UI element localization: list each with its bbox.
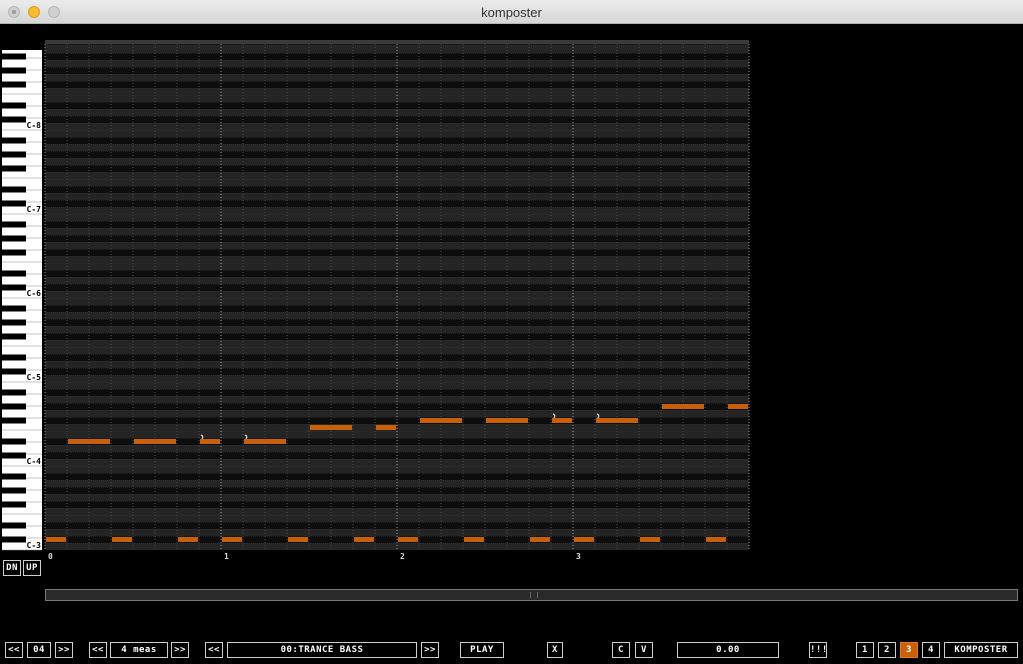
black-key[interactable]: [2, 270, 26, 277]
pattern-prev-button[interactable]: <<: [5, 642, 23, 658]
measure-number: 3: [576, 552, 581, 561]
note[interactable]: [46, 537, 66, 542]
black-key[interactable]: [2, 438, 26, 445]
value-display: 0.00: [677, 642, 779, 658]
play-button[interactable]: PLAY: [460, 642, 504, 658]
black-key[interactable]: [2, 67, 26, 74]
note[interactable]: [200, 439, 220, 444]
note[interactable]: [244, 439, 286, 444]
pattern-length: 4 meas: [110, 642, 168, 658]
note[interactable]: [222, 537, 242, 542]
octave-label: C-7: [27, 205, 42, 214]
pattern-number: 04: [27, 642, 51, 658]
note[interactable]: [596, 418, 638, 423]
piano-roll[interactable]: C-8 C-7 C-6 C-5 C-4 C-3 0 1 2 3: [0, 24, 1023, 564]
note[interactable]: [134, 439, 176, 444]
pattern-editor: C-8 C-7 C-6 C-5 C-4 C-3 0 1 2 3 DN UP << 04 >> <<…: [0, 24, 1023, 664]
note[interactable]: [464, 537, 484, 542]
pattern-next-button[interactable]: >>: [55, 642, 73, 658]
note[interactable]: [574, 537, 594, 542]
black-key[interactable]: [2, 319, 26, 326]
measure-number: 2: [400, 552, 405, 561]
note[interactable]: [640, 537, 660, 542]
octave-label: C-8: [27, 121, 42, 130]
paste-button[interactable]: V: [635, 642, 653, 658]
black-key[interactable]: [2, 284, 26, 291]
note[interactable]: [486, 418, 528, 423]
note[interactable]: [376, 425, 396, 430]
grid-button[interactable]: !!!: [809, 642, 827, 658]
black-key[interactable]: [2, 53, 26, 60]
black-key[interactable]: [2, 305, 26, 312]
title-bar: komposter: [0, 0, 1023, 24]
black-key[interactable]: [2, 200, 26, 207]
instrument-name: 00:TRANCE BASS: [227, 642, 417, 658]
note[interactable]: [310, 425, 352, 430]
black-key[interactable]: [2, 354, 26, 361]
page-2-button[interactable]: 2: [878, 642, 896, 658]
black-key[interactable]: [2, 102, 26, 109]
black-key[interactable]: [2, 151, 26, 158]
black-key[interactable]: [2, 81, 26, 88]
komposter-button[interactable]: KOMPOSTER: [944, 642, 1018, 658]
black-key[interactable]: [2, 389, 26, 396]
black-key[interactable]: [2, 116, 26, 123]
black-key[interactable]: [2, 165, 26, 172]
note[interactable]: [706, 537, 726, 542]
length-prev-button[interactable]: <<: [89, 642, 107, 658]
octave-label: C-5: [27, 373, 42, 382]
note[interactable]: [398, 537, 418, 542]
note[interactable]: [112, 537, 132, 542]
black-key[interactable]: [2, 137, 26, 144]
octave-down-button[interactable]: DN: [3, 560, 21, 576]
instrument-prev-button[interactable]: <<: [205, 642, 223, 658]
copy-button[interactable]: C: [612, 642, 630, 658]
length-next-button[interactable]: >>: [171, 642, 189, 658]
page-3-button[interactable]: 3: [900, 642, 918, 658]
note[interactable]: [288, 537, 308, 542]
measure-number: 0: [48, 552, 53, 561]
black-key[interactable]: [2, 473, 26, 480]
note[interactable]: [420, 418, 462, 423]
octave-label: C-3: [27, 541, 42, 550]
note[interactable]: [728, 404, 748, 409]
note[interactable]: [354, 537, 374, 542]
note[interactable]: [68, 439, 110, 444]
black-key[interactable]: [2, 333, 26, 340]
page-4-button[interactable]: 4: [922, 642, 940, 658]
black-key[interactable]: [2, 487, 26, 494]
scrollbar-thumb[interactable]: [530, 592, 538, 598]
note[interactable]: [552, 418, 572, 423]
black-key[interactable]: [2, 249, 26, 256]
black-key[interactable]: [2, 452, 26, 459]
note[interactable]: [178, 537, 198, 542]
horizontal-scrollbar[interactable]: [45, 589, 1018, 601]
black-key[interactable]: [2, 235, 26, 242]
black-key[interactable]: [2, 536, 26, 543]
note[interactable]: [662, 404, 704, 409]
black-key[interactable]: [2, 186, 26, 193]
black-key[interactable]: [2, 522, 26, 529]
measure-number: 1: [224, 552, 229, 561]
cut-button[interactable]: X: [547, 642, 563, 658]
window-title: komposter: [481, 5, 542, 20]
note[interactable]: [530, 537, 550, 542]
octave-label: C-4: [27, 457, 42, 466]
black-key[interactable]: [2, 368, 26, 375]
black-key[interactable]: [2, 417, 26, 424]
page-1-button[interactable]: 1: [856, 642, 874, 658]
black-key[interactable]: [2, 501, 26, 508]
black-key[interactable]: [2, 221, 26, 228]
octave-label: C-6: [27, 289, 42, 298]
instrument-next-button[interactable]: >>: [421, 642, 439, 658]
octave-up-button[interactable]: UP: [23, 560, 41, 576]
black-key[interactable]: [2, 403, 26, 410]
